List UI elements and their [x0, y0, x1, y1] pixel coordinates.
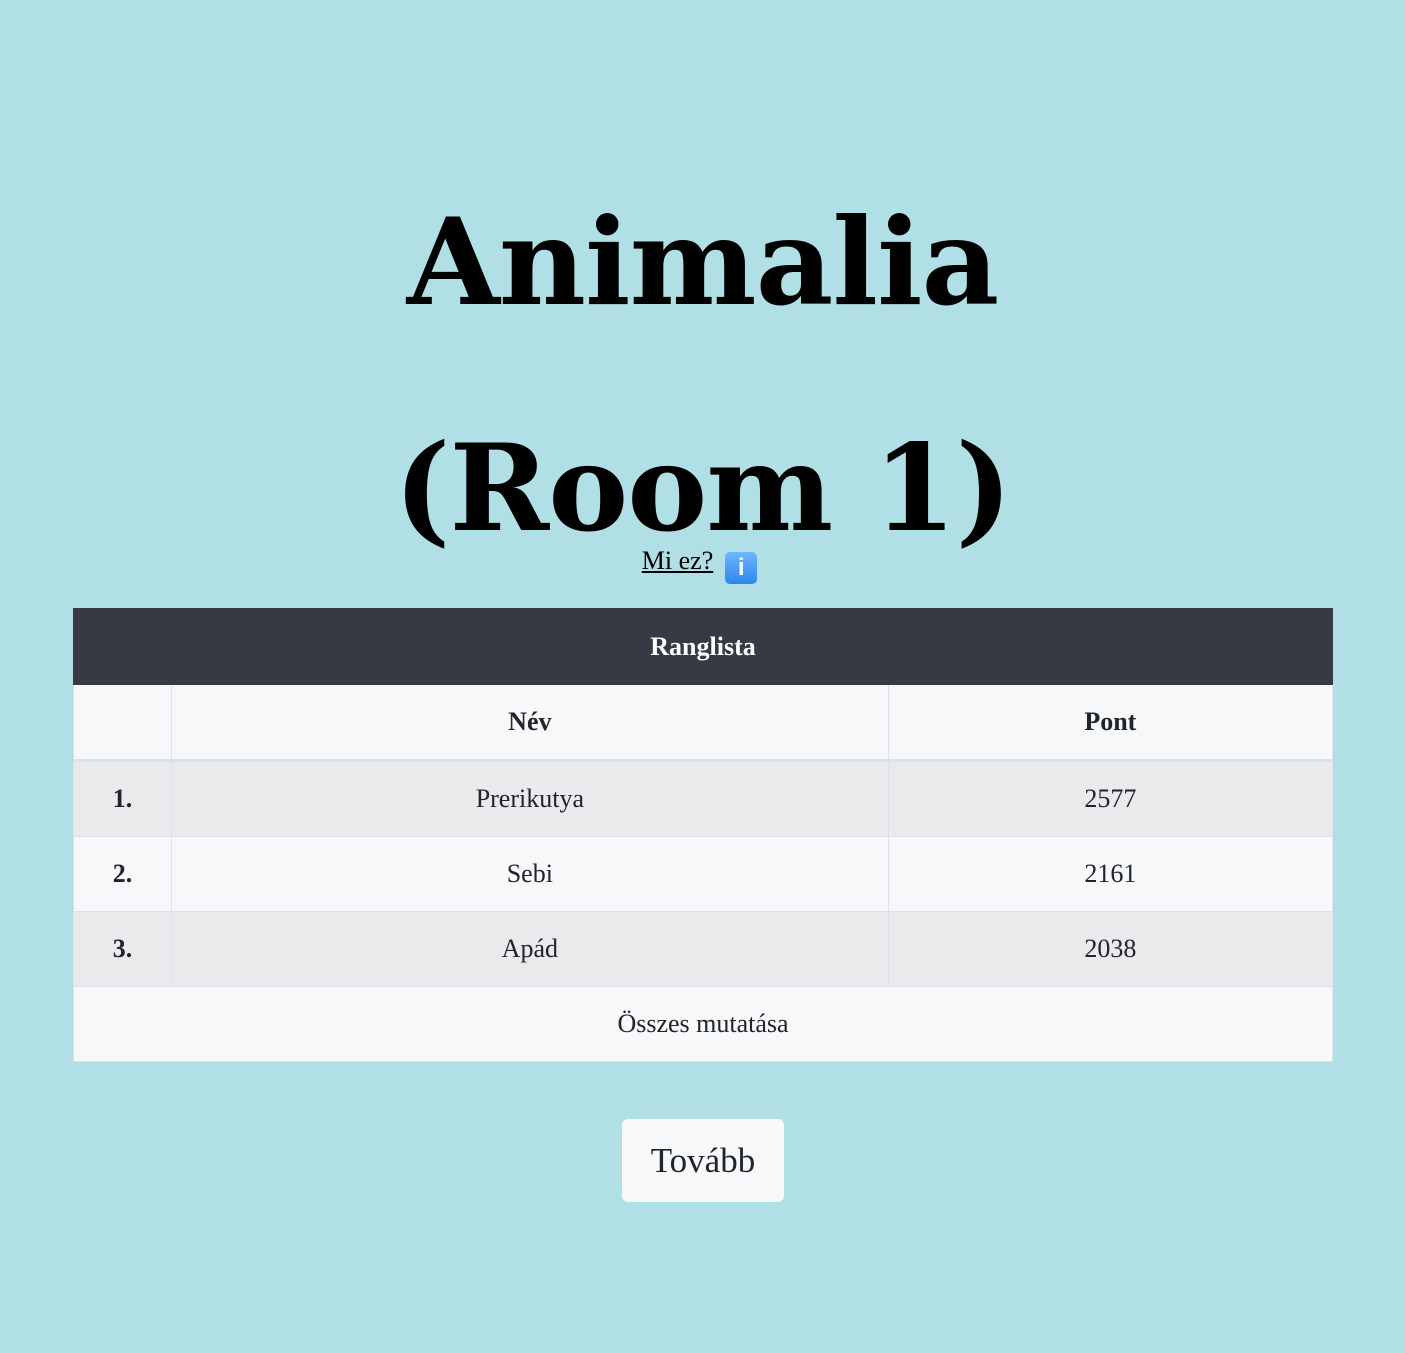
- show-all-link[interactable]: Összes mutatása: [73, 986, 1333, 1062]
- page-title: Animalia (Room 1): [0, 150, 1405, 602]
- column-header-score: Pont: [887, 684, 1334, 762]
- column-header-name: Név: [171, 684, 889, 762]
- next-button[interactable]: Tovább: [622, 1119, 784, 1202]
- score-cell: 2038: [887, 911, 1334, 987]
- show-all-row: Összes mutatása: [73, 986, 1333, 1062]
- rank-cell: 2.: [72, 836, 173, 912]
- info-link-label: Mi ez?: [641, 546, 714, 575]
- column-header-rank: [72, 684, 173, 762]
- name-cell: Prerikutya: [171, 760, 889, 837]
- info-link[interactable]: Mi ez? i: [641, 546, 763, 584]
- name-cell: Sebi: [171, 836, 889, 912]
- leaderboard-header-row: Név Pont: [72, 684, 1334, 762]
- table-row: 3. Apád 2038: [72, 911, 1334, 987]
- score-cell: 2161: [887, 836, 1334, 912]
- leaderboard-table: Ranglista Név Pont 1. Prerikutya 2577 2.…: [72, 608, 1334, 1062]
- leaderboard-caption: Ranglista: [73, 608, 1333, 685]
- title-line-1: Animalia: [406, 192, 1000, 333]
- leaderboard-caption-row: Ranglista: [73, 608, 1333, 685]
- info-icon: i: [725, 552, 758, 584]
- score-cell: 2577: [887, 760, 1334, 837]
- table-row: 2. Sebi 2161: [72, 836, 1334, 912]
- rank-cell: 1.: [72, 760, 173, 837]
- rank-cell: 3.: [72, 911, 173, 987]
- info-link-container: Mi ez? i: [0, 543, 1405, 584]
- table-row: 1. Prerikutya 2577: [72, 760, 1334, 837]
- name-cell: Apád: [171, 911, 889, 987]
